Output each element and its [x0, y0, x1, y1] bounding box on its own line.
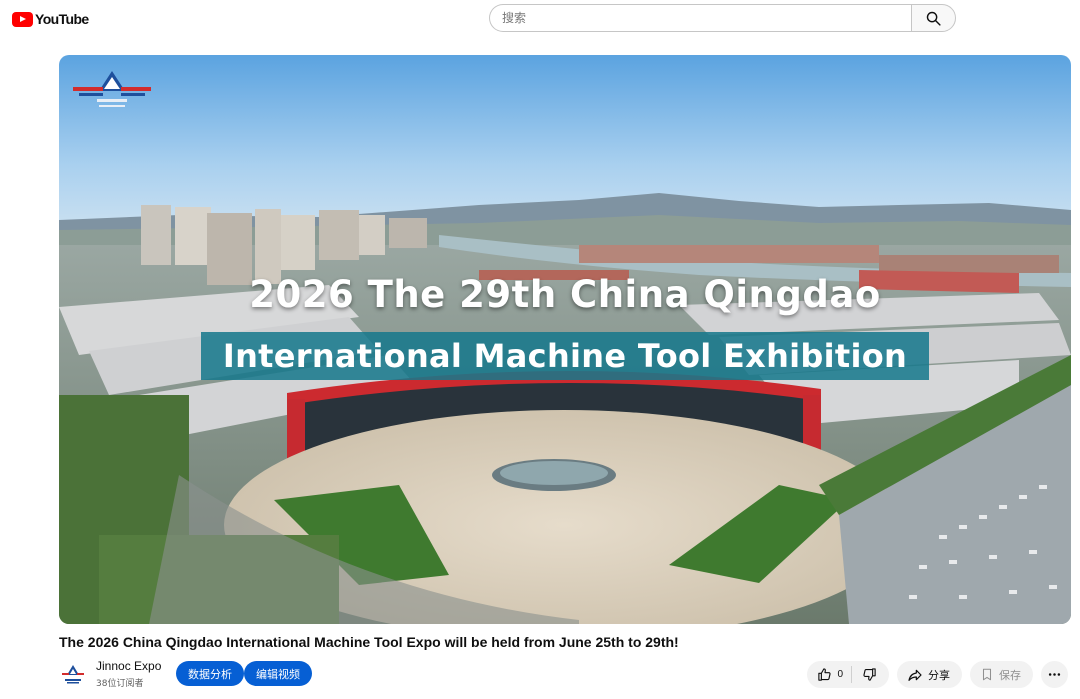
- like-count: 0: [837, 669, 843, 680]
- like-dislike-group: 0: [807, 661, 889, 688]
- dislike-icon: [863, 668, 876, 681]
- share-button[interactable]: 分享: [897, 661, 962, 688]
- video-title: The 2026 China Qingdao International Mac…: [59, 634, 679, 650]
- youtube-logo[interactable]: YouTube: [12, 10, 89, 28]
- video-overlay-title-line-2: International Machine Tool Exhibition: [222, 337, 908, 375]
- search-button[interactable]: [911, 4, 956, 32]
- like-button[interactable]: 0: [807, 661, 851, 688]
- video-overlay-title-line-1: 2026 The 29th China Qingdao: [249, 273, 881, 316]
- channel-owner: Jinnoc Expo 38位订阅者: [59, 658, 161, 690]
- search-input[interactable]: [489, 4, 911, 32]
- channel-name[interactable]: Jinnoc Expo: [96, 659, 161, 673]
- search-icon: [926, 11, 941, 26]
- youtube-logo-icon: [12, 11, 33, 27]
- share-icon: [908, 669, 922, 681]
- more-icon: [1048, 673, 1061, 676]
- masthead: YouTube: [0, 0, 1080, 38]
- share-label: 分享: [928, 668, 950, 682]
- video-player[interactable]: 2026 The 29th China Qingdao Internationa…: [59, 55, 1071, 624]
- logo-text: YouTube: [35, 11, 89, 27]
- search-box: [489, 4, 956, 32]
- subscriber-count: 38位订阅者: [96, 679, 144, 689]
- more-actions-button[interactable]: [1041, 661, 1068, 688]
- like-icon: [818, 668, 832, 681]
- save-label: 保存: [999, 668, 1021, 682]
- analytics-button[interactable]: 数据分析: [176, 661, 244, 686]
- channel-watermark-logo: [73, 71, 151, 107]
- video-overlay-title-banner: International Machine Tool Exhibition: [201, 332, 929, 380]
- save-button[interactable]: 保存: [970, 661, 1033, 688]
- edit-video-button[interactable]: 编辑视频: [244, 661, 312, 686]
- dislike-button[interactable]: [852, 661, 889, 688]
- channel-avatar-logo-icon: [62, 665, 84, 684]
- video-actions: 0 分享 保存: [807, 661, 1068, 688]
- channel-avatar[interactable]: [59, 660, 87, 688]
- channel-meta: Jinnoc Expo 38位订阅者: [96, 659, 161, 689]
- save-icon: [982, 668, 992, 681]
